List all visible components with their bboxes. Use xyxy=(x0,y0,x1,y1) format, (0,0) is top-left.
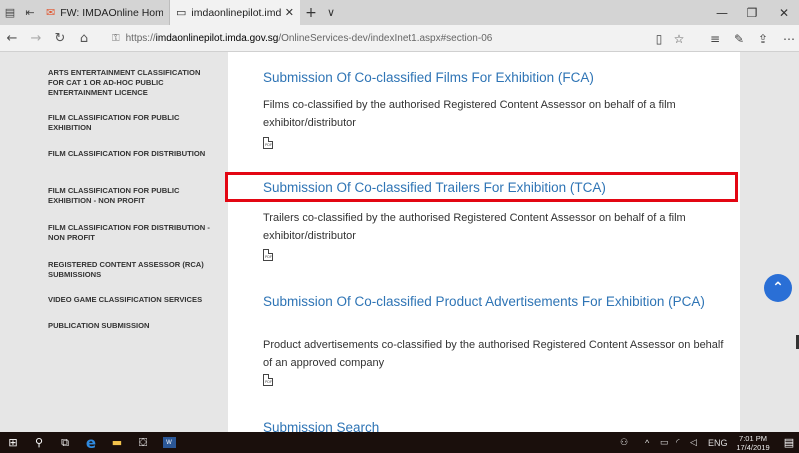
edge-browser-icon[interactable]: e xyxy=(78,432,104,453)
web-note-icon[interactable]: ✎ xyxy=(728,25,750,52)
new-tab-button[interactable]: + xyxy=(300,5,322,21)
maximize-icon[interactable]: ❐ xyxy=(737,0,767,25)
word-app-icon[interactable]: W xyxy=(156,432,182,453)
sidebar-item-film-public-exhibition-nonprofit[interactable]: FILM CLASSIFICATION FOR PUBLIC EXHIBITIO… xyxy=(48,186,218,206)
more-menu-icon[interactable]: ⋯ xyxy=(778,25,799,52)
lock-icon: ⚿ xyxy=(112,32,120,44)
url-host: imdaonlinepilot.imda.gov.sg xyxy=(155,32,279,44)
wifi-icon[interactable]: ◜ xyxy=(676,432,680,453)
pca-section-description: Product advertisements co-classified by … xyxy=(263,339,724,369)
action-center-icon[interactable]: ▤ xyxy=(779,432,799,453)
tab-label: FW: IMDAOnline Home Pag xyxy=(60,6,163,19)
refresh-icon[interactable]: ↻ xyxy=(48,25,72,52)
web-page: ARTS ENTERTAINMENT CLASSIFICATION FOR CA… xyxy=(0,52,799,432)
clock-time: 7:01 PM xyxy=(739,434,767,443)
favorites-hub-icon[interactable]: ≡ xyxy=(704,25,726,52)
share-icon[interactable]: ⇪ xyxy=(752,25,774,52)
system-clock[interactable]: 7:01 PM 17/4/2019 xyxy=(733,434,773,452)
sidebar-item-arts-entertainment[interactable]: ARTS ENTERTAINMENT CLASSIFICATION FOR CA… xyxy=(48,68,218,98)
main-content: Submission Of Co-classified Films For Ex… xyxy=(228,52,740,432)
url-prefix: https:// xyxy=(125,32,156,44)
show-hidden-icons[interactable]: ^ xyxy=(645,432,649,453)
forward-icon[interactable]: → xyxy=(24,25,48,52)
service-sidebar: ARTS ENTERTAINMENT CLASSIFICATION FOR CA… xyxy=(0,52,228,432)
page-icon: ▭ xyxy=(176,7,187,19)
reading-view-icon[interactable]: ▯ xyxy=(648,25,670,52)
windows-start-icon[interactable]: ⊞ xyxy=(0,432,26,453)
file-explorer-icon[interactable]: ▬ xyxy=(104,432,130,453)
tab-preview-toggle[interactable]: ∨ xyxy=(322,6,340,19)
sidebar-item-rca-submissions[interactable]: REGISTERED CONTENT ASSESSOR (RCA) SUBMIS… xyxy=(48,260,218,280)
pca-section-title[interactable]: Submission Of Co-classified Product Adve… xyxy=(263,293,733,310)
close-tab-icon[interactable]: ✕ xyxy=(285,6,294,19)
mail-icon: ✉ xyxy=(46,7,56,19)
tab-actions-icon[interactable]: ▤ xyxy=(0,0,20,25)
fca-section-title[interactable]: Submission Of Co-classified Films For Ex… xyxy=(263,69,733,86)
tab-label: imdaonlinepilot.imda.g xyxy=(191,6,281,19)
sidebar-item-film-public-exhibition[interactable]: FILM CLASSIFICATION FOR PUBLIC EXHIBITIO… xyxy=(48,113,218,133)
clock-date: 17/4/2019 xyxy=(736,443,770,452)
search-icon[interactable]: ⚲ xyxy=(26,432,52,453)
tca-section-title[interactable]: Submission Of Co-classified Trailers For… xyxy=(263,179,733,196)
sidebar-item-video-game-classification[interactable]: VIDEO GAME CLASSIFICATION SERVICES xyxy=(48,295,218,305)
fca-section-description: Films co-classified by the authorised Re… xyxy=(263,99,676,129)
url-path: /OnlineServices-dev/indexInet1.aspx#sect… xyxy=(278,32,493,44)
set-aside-tabs-icon[interactable]: ⇤ xyxy=(20,0,40,25)
store-icon[interactable]: ⛋ xyxy=(130,432,156,453)
browser-tab-strip: ▤ ⇤ ✉ FW: IMDAOnline Home Pag ▭ imdaonli… xyxy=(0,0,799,25)
home-icon[interactable]: ⌂ xyxy=(72,25,96,52)
pca-pdf-icon[interactable]: PDF xyxy=(263,374,273,386)
sidebar-item-film-distribution-nonprofit[interactable]: FILM CLASSIFICATION FOR DISTRIBUTION - N… xyxy=(48,223,218,243)
people-icon[interactable]: ⚇ xyxy=(620,432,628,453)
language-indicator[interactable]: ENG xyxy=(708,432,728,453)
tca-section-description: Trailers co-classified by the authorised… xyxy=(263,212,686,242)
back-icon[interactable]: ← xyxy=(0,25,24,52)
minimize-icon[interactable]: — xyxy=(707,0,737,25)
task-view-icon[interactable]: ⧉ xyxy=(52,432,78,453)
tca-pdf-icon[interactable]: PDF xyxy=(263,249,273,261)
volume-icon[interactable]: ◁ xyxy=(690,432,697,453)
sidebar-item-film-distribution[interactable]: FILM CLASSIFICATION FOR DISTRIBUTION xyxy=(48,149,218,159)
right-gutter xyxy=(740,52,799,432)
submission-search-title[interactable]: Submission Search xyxy=(263,419,733,432)
address-bar[interactable]: ⚿ https://imdaonlinepilot.imda.gov.sg/On… xyxy=(112,28,622,49)
chevron-up-icon: ⌃ xyxy=(772,280,784,296)
scroll-to-top-button[interactable]: ⌃ xyxy=(764,274,792,302)
battery-icon[interactable]: ▭ xyxy=(660,432,669,453)
fca-pdf-icon[interactable]: PDF xyxy=(263,137,273,149)
close-window-icon[interactable]: ✕ xyxy=(769,0,799,25)
sidebar-item-publication-submission[interactable]: PUBLICATION SUBMISSION xyxy=(48,321,218,331)
favorite-star-icon[interactable]: ☆ xyxy=(668,25,690,52)
tab-mail[interactable]: ✉ FW: IMDAOnline Home Pag xyxy=(40,0,170,25)
tab-imda-online[interactable]: ▭ imdaonlinepilot.imda.g ✕ xyxy=(170,0,300,25)
